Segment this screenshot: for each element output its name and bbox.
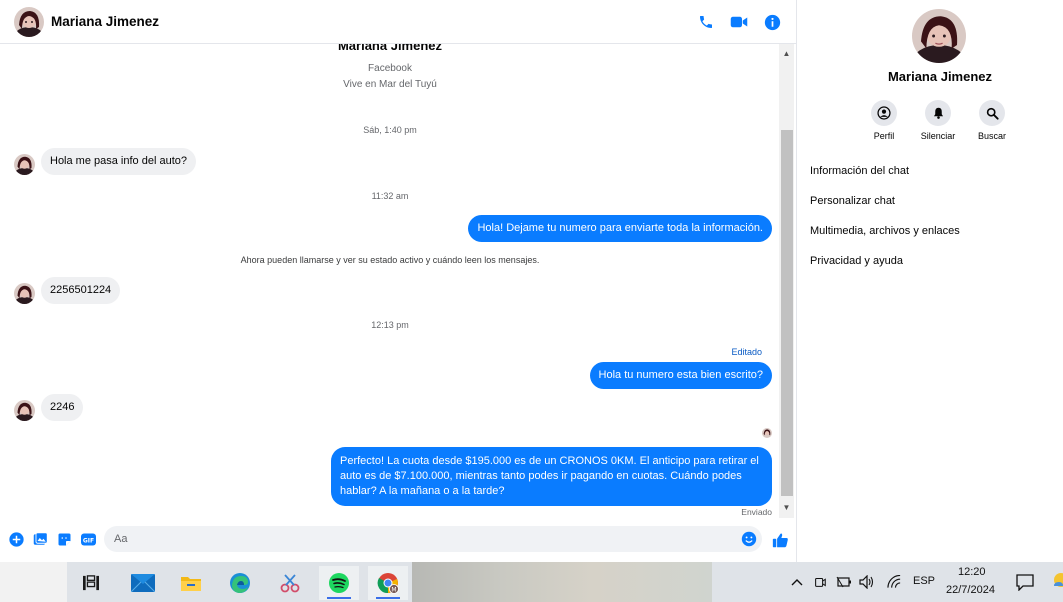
taskbar-wallpaper-strip — [412, 562, 712, 602]
scroll-down-arrow[interactable]: ▼ — [779, 501, 794, 515]
section-label: Información del chat — [810, 165, 910, 177]
phone-icon[interactable] — [696, 12, 716, 32]
language-indicator[interactable]: ESP — [913, 575, 935, 587]
search-icon — [979, 100, 1005, 126]
windows-taskbar: M ESP 12:20 22/7/2024 — [0, 562, 1063, 602]
sender-avatar[interactable] — [14, 283, 35, 304]
svg-text:GIF: GIF — [83, 537, 94, 544]
system-notice: Ahora pueden llamarse y ver su estado ac… — [240, 255, 540, 265]
mute-button[interactable]: Silenciar — [913, 100, 963, 141]
svg-text:M: M — [391, 586, 396, 593]
outgoing-message[interactable]: Perfecto! La cuota desde $195.000 es de … — [331, 447, 772, 506]
timestamp: 12:13 pm — [371, 320, 409, 330]
section-label: Multimedia, archivos y enlaces — [810, 225, 960, 237]
task-view-icon[interactable] — [71, 566, 111, 600]
bell-icon — [925, 100, 951, 126]
search-label: Buscar — [977, 131, 1006, 141]
mail-icon[interactable] — [123, 566, 163, 600]
like-icon[interactable] — [771, 531, 789, 549]
clock-date[interactable]: 22/7/2024 — [946, 584, 995, 596]
info-icon[interactable] — [762, 12, 782, 32]
seen-receipt-avatar — [762, 428, 772, 438]
delivery-status: Enviado — [741, 507, 772, 517]
active-app-indicator — [376, 597, 400, 599]
emoji-icon[interactable] — [741, 531, 757, 547]
contact-name[interactable]: Mariana Jimenez — [51, 14, 159, 29]
sidebar-contact-name: Mariana Jimenez — [887, 69, 993, 84]
profile-icon — [871, 100, 897, 126]
section-customize-chat[interactable]: Personalizar chat ⌄ — [810, 195, 1063, 207]
message-list[interactable]: Mariana Jimenez Facebook Vive en Mar del… — [0, 44, 796, 518]
section-privacy-help[interactable]: Privacidad y ayuda ⌄ — [810, 255, 1063, 267]
section-media-files-links[interactable]: Multimedia, archivos y enlaces ⌄ — [810, 225, 1063, 237]
wifi-icon[interactable] — [886, 574, 902, 590]
timestamp: Sáb, 1:40 pm — [363, 125, 417, 135]
file-explorer-icon[interactable] — [171, 566, 211, 600]
timestamp: 11:32 am — [371, 191, 409, 201]
sidebar-contact-avatar[interactable] — [912, 9, 966, 63]
spotify-icon[interactable] — [319, 566, 359, 600]
plus-icon[interactable] — [8, 531, 24, 547]
section-label: Personalizar chat — [810, 195, 895, 207]
snipping-tool-icon[interactable] — [270, 566, 310, 600]
intro-location: Vive en Mar del Tuyú — [343, 79, 437, 90]
edge-browser-icon[interactable] — [220, 566, 260, 600]
sender-avatar[interactable] — [14, 400, 35, 421]
chrome-icon[interactable]: M — [368, 566, 408, 600]
weather-icon[interactable] — [1050, 572, 1063, 592]
gif-icon[interactable]: GIF — [80, 531, 97, 547]
mute-label: Silenciar — [920, 131, 956, 141]
chat-details-sidebar: Mariana Jimenez Perfil Silenciar Buscar … — [796, 0, 1063, 562]
chat-header: Mariana Jimenez — [0, 0, 796, 44]
video-call-icon[interactable] — [729, 12, 749, 32]
taskbar-search-area[interactable] — [0, 562, 67, 602]
photo-icon[interactable] — [32, 531, 48, 547]
scroll-up-arrow[interactable]: ▲ — [779, 47, 794, 61]
outgoing-message[interactable]: Hola! Dejame tu numero para enviarte tod… — [468, 215, 772, 242]
intro-contact-name: Mariana Jimenez — [337, 44, 443, 53]
search-button[interactable]: Buscar — [967, 100, 1017, 141]
incoming-message[interactable]: 2246 — [41, 394, 84, 421]
contact-avatar[interactable] — [14, 7, 44, 37]
volume-icon[interactable] — [859, 574, 875, 590]
scrollbar-thumb[interactable] — [781, 130, 793, 496]
messenger-window: Mariana Jimenez Mariana Jimenez Facebook… — [0, 0, 1063, 602]
incoming-message[interactable]: Hola me pasa info del auto? — [41, 148, 196, 175]
battery-icon[interactable] — [836, 574, 852, 590]
notifications-icon[interactable] — [1016, 573, 1034, 591]
meet-now-icon[interactable] — [812, 574, 828, 590]
section-chat-info[interactable]: Información del chat ⌄ — [810, 165, 1063, 177]
sticker-icon[interactable] — [56, 531, 72, 547]
incoming-message[interactable]: 2256501224 — [41, 277, 121, 304]
section-label: Privacidad y ayuda — [810, 255, 903, 267]
clock-time[interactable]: 12:20 — [958, 566, 986, 578]
profile-button[interactable]: Perfil — [859, 100, 909, 141]
sender-avatar[interactable] — [14, 154, 35, 175]
edited-label[interactable]: Editado — [731, 347, 762, 357]
outgoing-message[interactable]: Hola tu numero esta bien escrito? — [589, 362, 772, 389]
active-app-indicator — [327, 597, 351, 599]
chevron-up-icon[interactable] — [789, 574, 805, 590]
message-input[interactable] — [104, 526, 762, 552]
composer: GIF — [0, 518, 796, 562]
intro-platform: Facebook — [368, 63, 412, 74]
profile-label: Perfil — [873, 131, 895, 141]
